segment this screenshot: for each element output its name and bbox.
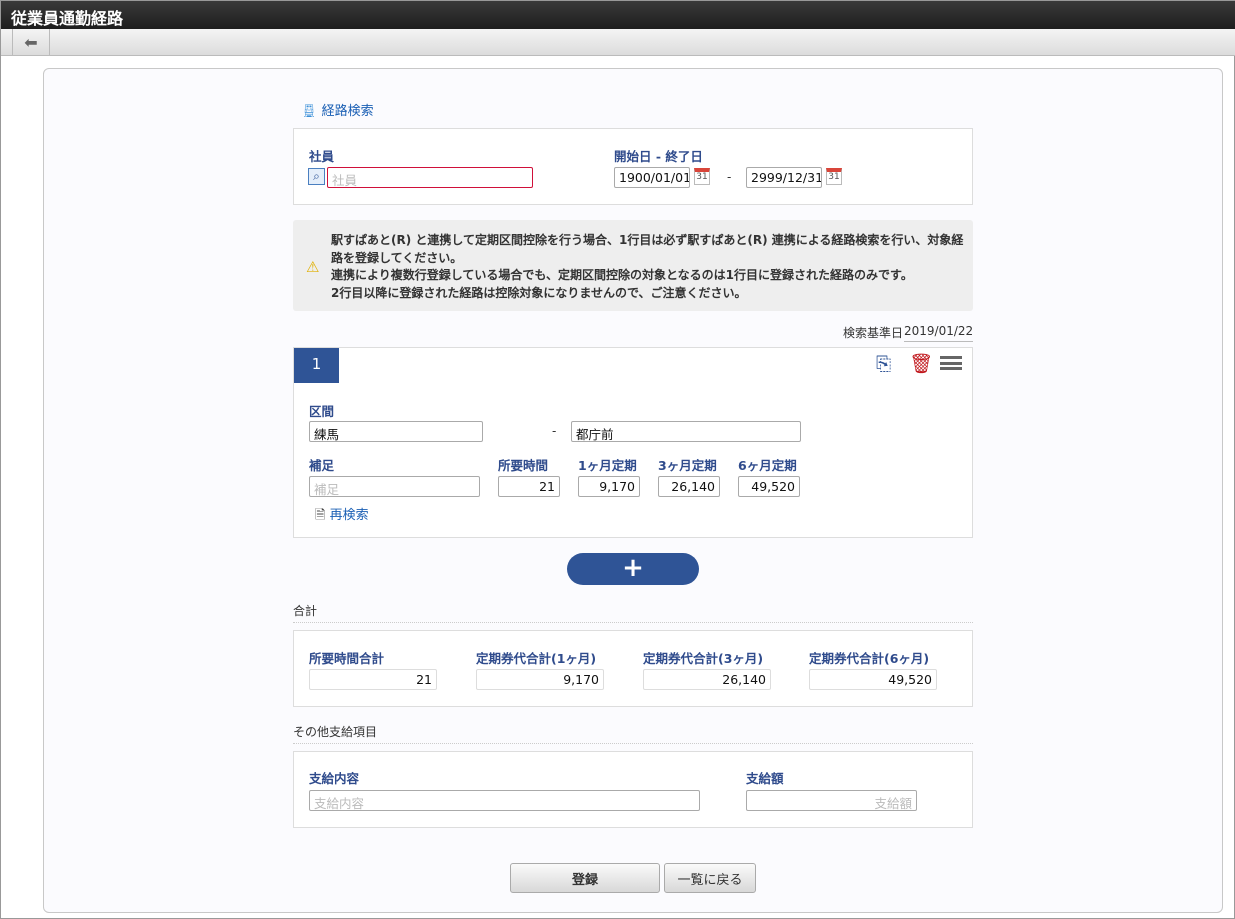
base-date-value: 2019/01/22 — [904, 324, 973, 342]
drag-handle-icon[interactable] — [940, 356, 962, 370]
notice-line: 2行目以降に登録された経路は控除対象になりませんので、ご注意ください。 — [331, 286, 747, 301]
content-label: 支給内容 — [309, 771, 360, 786]
totals-heading: 合計 — [293, 602, 973, 623]
total-m1-value: 9,170 — [476, 669, 604, 690]
toolbar — [1, 29, 1235, 56]
register-button[interactable]: 登録 — [510, 863, 660, 893]
date-separator: - — [727, 170, 732, 184]
amount-input[interactable]: 支給額 — [746, 790, 917, 811]
content-input[interactable]: 支給内容 — [309, 790, 700, 811]
amount-label: 支給額 — [746, 771, 784, 786]
trash-icon[interactable]: 🗑︎ — [909, 352, 933, 375]
total-m3-value: 26,140 — [643, 669, 771, 690]
route-card — [293, 347, 973, 538]
train-icon: 🚆︎ — [301, 104, 318, 119]
warning-icon: ⚠ — [306, 258, 320, 276]
m3-label: 3ヶ月定期 — [658, 458, 717, 473]
period-label: 開始日 - 終了日 — [614, 149, 703, 164]
back-to-list-button[interactable]: 一覧に戻る — [664, 863, 756, 893]
note-label: 補足 — [309, 458, 335, 473]
base-date-label: 検索基準日 — [843, 326, 904, 340]
other-heading: その他支給項目 — [293, 723, 973, 744]
calendar-icon[interactable]: 31 — [694, 168, 710, 185]
notice-line: 駅すぱあと(R) と連携して定期区間控除を行う場合、1行目は必ず駅すぱあと(R)… — [331, 233, 964, 247]
document-search-icon: 🗎︎ — [315, 508, 326, 523]
note-input[interactable]: 補足 — [309, 476, 480, 497]
employee-input[interactable]: 社員 — [327, 167, 533, 188]
route-number-badge: 1 — [294, 348, 339, 383]
time-label: 所要時間 — [498, 458, 549, 473]
add-route-button[interactable]: + — [567, 553, 699, 585]
notice-line: 路を登録してください。 — [331, 250, 463, 265]
to-station-input[interactable]: 都庁前 — [571, 421, 801, 442]
m1-input[interactable]: 9,170 — [578, 476, 640, 497]
calendar-icon[interactable]: 31 — [826, 168, 842, 185]
time-input[interactable]: 21 — [498, 476, 560, 497]
arrow-left-icon: ⬅ — [24, 33, 38, 52]
title-bar — [1, 1, 1235, 29]
total-m3-label: 定期券代合計(3ヶ月) — [643, 651, 764, 666]
employee-label: 社員 — [309, 149, 335, 164]
end-date-input[interactable]: 2999/12/31 — [746, 167, 822, 188]
total-m1-label: 定期券代合計(1ヶ月) — [476, 651, 597, 666]
back-button[interactable]: ⬅ — [12, 29, 50, 56]
window-title: 従業員通勤経路 — [11, 9, 124, 28]
m1-label: 1ヶ月定期 — [578, 458, 637, 473]
total-time-value: 21 — [309, 669, 437, 690]
m6-label: 6ヶ月定期 — [738, 458, 797, 473]
research-link[interactable]: 🗎︎ 再検索 — [315, 504, 369, 528]
m3-input[interactable]: 26,140 — [658, 476, 720, 497]
start-date-input[interactable]: 1900/01/01 — [614, 167, 690, 188]
search-icon[interactable]: ⌕ — [308, 168, 325, 185]
route-search-link[interactable]: 🚆︎ 経路検索 — [301, 100, 374, 119]
m6-input[interactable]: 49,520 — [738, 476, 800, 497]
total-m6-label: 定期券代合計(6ヶ月) — [809, 651, 930, 666]
copy-icon[interactable]: ⎘ — [876, 353, 891, 375]
notice-text: 駅すぱあと(R) と連携して定期区間控除を行う場合、1行目は必ず駅すぱあと(R)… — [331, 232, 971, 303]
total-time-label: 所要時間合計 — [309, 651, 385, 666]
section-separator: - — [552, 424, 557, 438]
section-label: 区間 — [309, 404, 335, 419]
notice-line: 連携により複数行登録している場合でも、定期区間控除の対象となるのは1行目に登録さ… — [331, 268, 913, 283]
total-m6-value: 49,520 — [809, 669, 937, 690]
from-station-input[interactable]: 練馬 — [309, 421, 483, 442]
